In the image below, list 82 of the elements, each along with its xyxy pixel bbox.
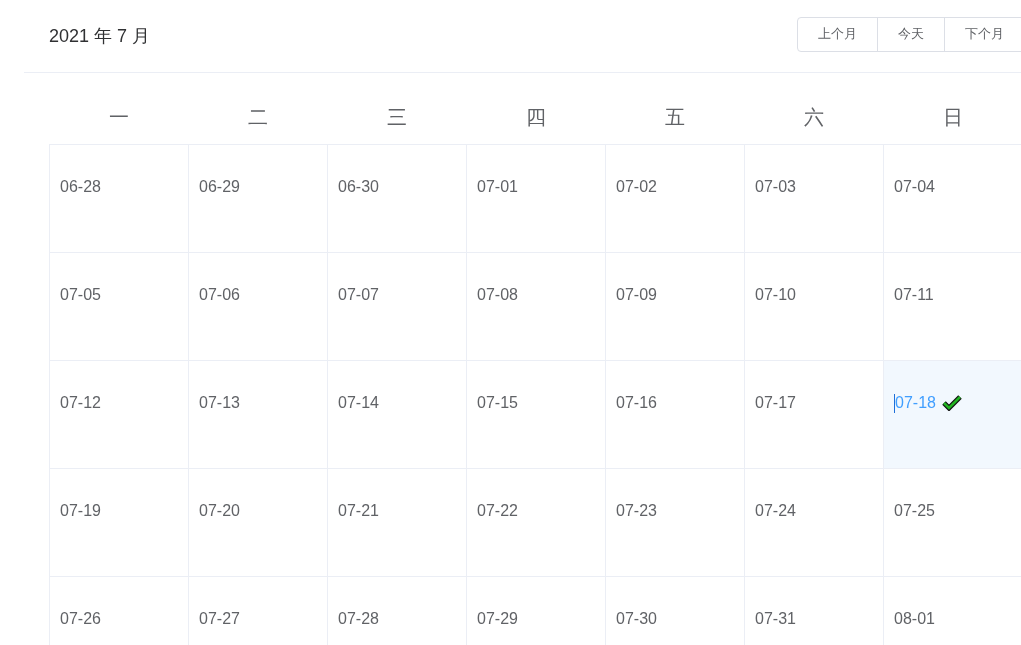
day-cell[interactable]: 07-04 [883,144,1021,252]
day-date: 08-01 [894,609,935,629]
day-date: 07-16 [616,393,657,413]
day-cell[interactable]: 07-13 [188,360,327,468]
day-cell[interactable]: 07-28 [327,576,466,645]
month-nav-button[interactable]: 上个月 [797,16,878,52]
day-cell[interactable]: 07-03 [744,144,883,252]
day-date: 06-30 [338,177,379,197]
day-date: 07-02 [616,177,657,197]
day-date: 07-17 [755,393,796,413]
day-date: 07-21 [338,501,379,521]
weekday-header: 日 [942,105,963,130]
day-date: 07-10 [755,285,796,305]
day-date: 07-07 [338,285,379,305]
day-date: 07-25 [894,501,935,521]
day-date: 07-12 [60,393,101,413]
day-cell[interactable]: 06-28 [49,144,188,252]
day-date: 07-26 [60,609,101,629]
day-cell[interactable]: 07-09 [605,252,744,360]
day-cell[interactable]: 07-30 [605,576,744,645]
day-cell[interactable]: 07-12 [49,360,188,468]
day-cell[interactable]: 07-20 [188,468,327,576]
day-cell[interactable]: 07-21 [327,468,466,576]
day-cell[interactable]: 07-14 [327,360,466,468]
day-cell[interactable]: 07-15 [466,360,605,468]
day-cell[interactable]: 06-30 [327,144,466,252]
day-cell[interactable]: 07-31 [744,576,883,645]
day-cell[interactable]: 07-16 [605,360,744,468]
text-cursor [894,393,895,413]
weekday-header: 三 [386,105,407,130]
day-date: 07-11 [894,285,934,305]
day-cell[interactable]: 07-08 [466,252,605,360]
month-nav-button[interactable]: 下个月 [944,16,1021,52]
day-date: 07-15 [477,393,518,413]
weekday-header: 六 [803,105,824,130]
day-date: 07-06 [199,285,240,305]
day-cell[interactable]: 07-06 [188,252,327,360]
day-cell[interactable]: 07-29 [466,576,605,645]
day-cell[interactable]: 07-11 [883,252,1021,360]
day-cell[interactable]: 07-07 [327,252,466,360]
day-cell[interactable]: 07-05 [49,252,188,360]
day-cell[interactable]: 07-23 [605,468,744,576]
day-date: 07-30 [616,609,657,629]
day-date: 07-01 [477,177,518,197]
day-cell[interactable]: 07-26 [49,576,188,645]
day-date: 07-22 [477,501,518,521]
day-cell[interactable]: 07-25 [883,468,1021,576]
day-cell[interactable]: 08-01 [883,576,1021,645]
day-cell[interactable]: 07-19 [49,468,188,576]
day-date: 07-23 [616,501,657,521]
weekday-header: 一 [108,105,129,130]
day-cell[interactable]: 07-10 [744,252,883,360]
weekday-header: 四 [525,105,546,130]
day-cell[interactable]: 07-17 [744,360,883,468]
day-cell[interactable]: 07-27 [188,576,327,645]
weekday-header: 二 [247,105,268,130]
day-date: 07-29 [477,609,518,629]
day-date: 07-05 [60,285,101,305]
calendar-title: 2021 年 7 月 [49,24,151,48]
day-date: 07-13 [199,393,240,413]
day-date: 07-24 [755,501,796,521]
day-date: 07-31 [755,609,796,629]
day-date: 07-14 [338,393,379,413]
day-cell[interactable]: 07-24 [744,468,883,576]
day-date: 07-19 [60,501,101,521]
day-cell[interactable]: 07-01 [466,144,605,252]
month-nav-button[interactable]: 今天 [877,16,945,52]
checkmark-icon [941,395,962,411]
day-date: 07-08 [477,285,518,305]
day-date: 06-28 [60,177,101,197]
day-date: 07-28 [338,609,379,629]
day-cell[interactable]: 07-02 [605,144,744,252]
day-date: 07-20 [199,501,240,521]
day-cell[interactable]: 07-22 [466,468,605,576]
day-date: 07-04 [894,177,935,197]
day-date: 07-27 [199,609,240,629]
weekday-header: 五 [664,105,685,130]
day-date: 07-09 [616,285,657,305]
day-date: 07-18 [895,393,936,413]
day-date: 07-03 [755,177,796,197]
day-cell[interactable]: 06-29 [188,144,327,252]
day-date: 06-29 [199,177,240,197]
